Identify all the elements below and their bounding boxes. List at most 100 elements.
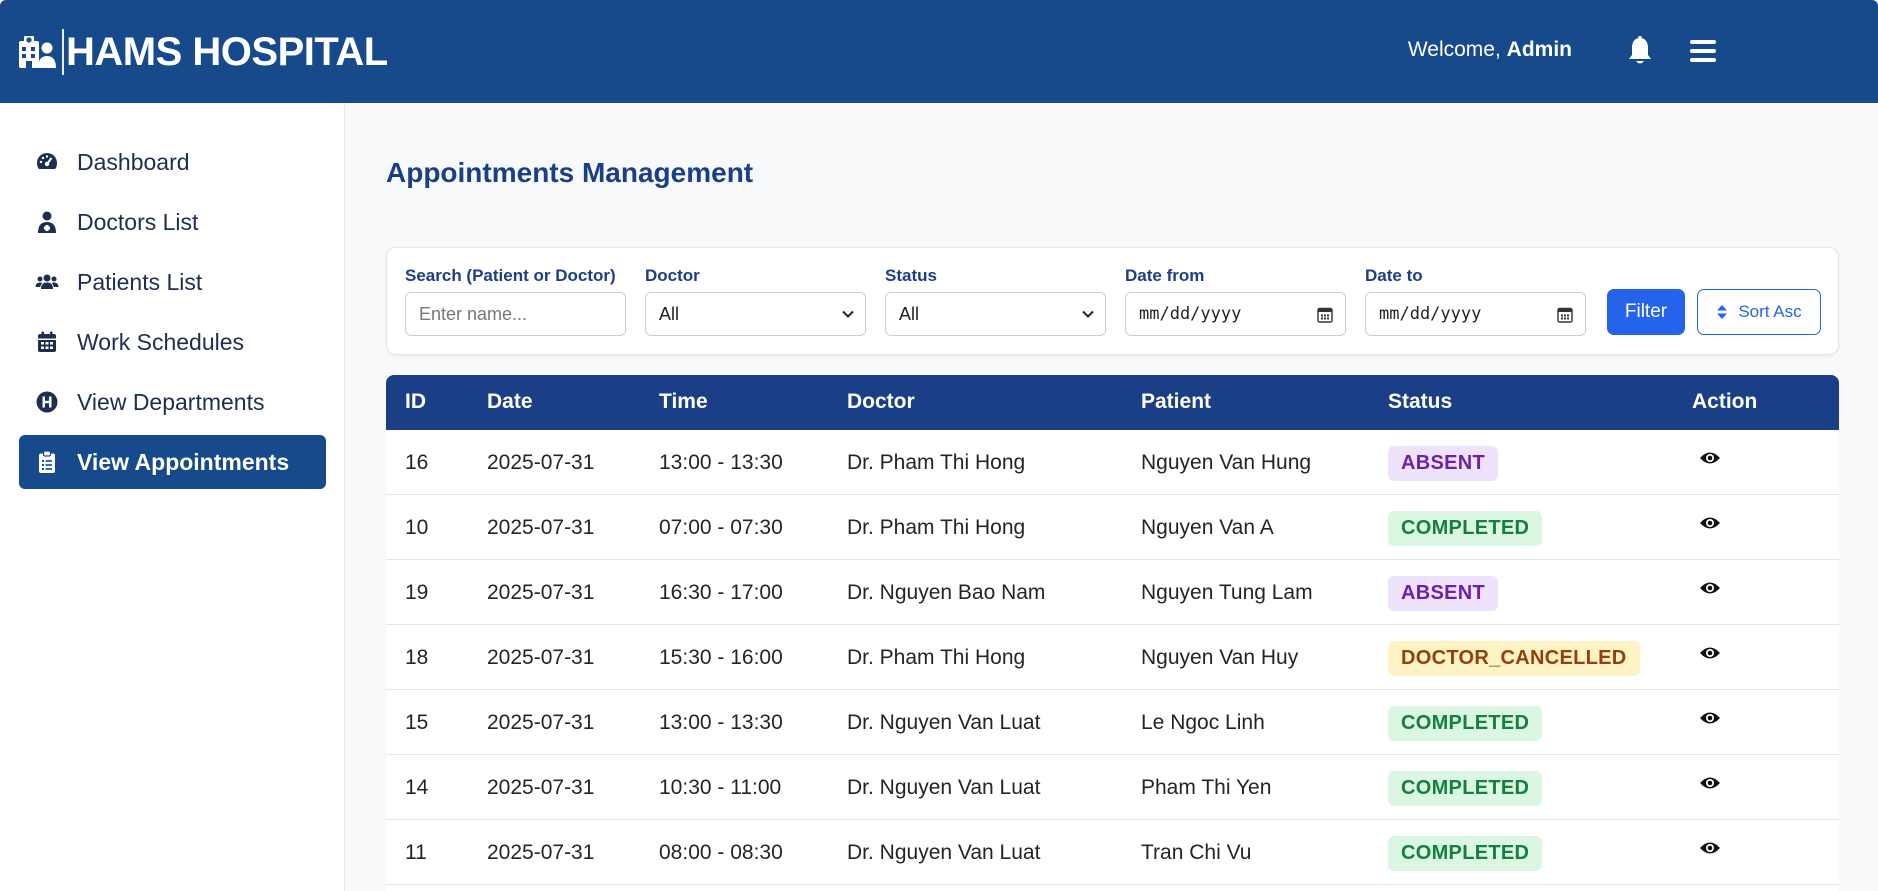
calendar-picker-icon[interactable]: [1317, 306, 1333, 323]
cell-time: 16:30 - 17:00: [659, 581, 783, 604]
sidebar-item-appointments[interactable]: View Appointments: [19, 435, 326, 489]
user-doctor-icon: [35, 210, 59, 234]
date-from-group: Date from mm/dd/yyyy: [1125, 266, 1346, 336]
status-badge: DOCTOR_CANCELLED: [1388, 641, 1640, 676]
cell-date: 2025-07-31: [487, 646, 595, 669]
date-to-input[interactable]: mm/dd/yyyy: [1365, 292, 1586, 336]
cell-doctor: Dr. Nguyen Van Luat: [847, 841, 1041, 864]
date-to-label: Date to: [1365, 266, 1423, 285]
brand[interactable]: HAMS HOSPITAL: [18, 28, 388, 76]
table-row: 15 2025-07-31 13:00 - 13:30 Dr. Nguyen Van …: [386, 690, 1839, 755]
brand-title: HAMS HOSPITAL: [66, 29, 388, 74]
sidebar-item-dashboard[interactable]: Dashboard: [19, 135, 326, 189]
cell-date: 2025-07-31: [487, 711, 595, 734]
cell-time: 13:00 - 13:30: [659, 451, 783, 474]
cell-date: 2025-07-31: [487, 776, 595, 799]
welcome-text: Welcome, Admin: [1408, 38, 1572, 62]
cell-id: 16: [405, 451, 429, 474]
cell-time: 08:00 - 08:30: [659, 841, 783, 864]
brand-divider: [62, 29, 64, 75]
sidebar-item-doctors[interactable]: Doctors List: [19, 195, 326, 249]
cell-doctor: Dr. Nguyen Van Luat: [847, 776, 1041, 799]
page-title: Appointments Management: [386, 157, 754, 188]
sort-button[interactable]: Sort Asc: [1697, 289, 1821, 335]
filter-button[interactable]: Filter: [1607, 289, 1685, 335]
sidebar-item-label: Doctors List: [77, 208, 199, 235]
status-badge: ABSENT: [1388, 576, 1499, 611]
sidebar-item-departments[interactable]: View Departments: [19, 375, 326, 429]
cell-patient: Nguyen Tung Lam: [1141, 581, 1313, 604]
clipboard-icon: [35, 450, 59, 474]
sidebar-item-label: Work Schedules: [77, 328, 245, 355]
status-select[interactable]: All: [885, 292, 1106, 336]
date-from-label: Date from: [1125, 266, 1205, 285]
cell-doctor: Dr. Pham Thi Hong: [847, 516, 1026, 539]
view-eye-icon[interactable]: [1699, 645, 1721, 661]
cell-time: 13:00 - 13:30: [659, 711, 783, 734]
header-id[interactable]: ID: [405, 390, 426, 414]
filter-panel: Search (Patient or Doctor) Enter name...…: [386, 247, 1839, 355]
view-eye-icon[interactable]: [1699, 710, 1721, 726]
calendar-picker-icon[interactable]: [1557, 306, 1573, 323]
status-badge: COMPLETED: [1388, 836, 1543, 871]
doctor-label: Doctor: [645, 266, 700, 285]
cell-patient: Pham Thi Yen: [1141, 776, 1272, 799]
status-badge: COMPLETED: [1388, 511, 1543, 546]
status-badge: ABSENT: [1388, 446, 1499, 481]
cell-id: 11: [405, 841, 427, 864]
search-input[interactable]: Enter name...: [405, 292, 626, 336]
date-from-input[interactable]: mm/dd/yyyy: [1125, 292, 1346, 336]
cell-id: 15: [405, 711, 429, 734]
header-patient[interactable]: Patient: [1141, 390, 1211, 414]
header-status[interactable]: Status: [1388, 390, 1452, 414]
cell-doctor: Dr. Nguyen Van Luat: [847, 711, 1041, 734]
hamburger-menu-icon[interactable]: [1690, 40, 1716, 62]
header-doctor[interactable]: Doctor: [847, 390, 915, 414]
cell-patient: Nguyen Van Hung: [1141, 451, 1312, 474]
table-row: 14 2025-07-31 10:30 - 11:00 Dr. Nguyen Van …: [386, 755, 1839, 820]
calendar-icon: [35, 330, 59, 354]
search-group: Search (Patient or Doctor) Enter name...: [405, 266, 626, 336]
appointments-table: ID Date Time Doctor Patient Status Actio…: [386, 375, 1839, 891]
status-group: Status All: [885, 266, 1106, 336]
gauge-icon: [35, 150, 59, 174]
cell-time: 10:30 - 11:00: [659, 776, 782, 799]
sidebar-item-label: Patients List: [77, 268, 203, 295]
view-eye-icon[interactable]: [1699, 840, 1721, 856]
users-icon: [35, 270, 59, 294]
status-badge: COMPLETED: [1388, 771, 1543, 806]
cell-id: 19: [405, 581, 429, 604]
date-to-group: Date to mm/dd/yyyy: [1365, 266, 1586, 336]
cell-patient: Le Ngoc Linh: [1141, 711, 1265, 734]
sidebar-item-work-schedules[interactable]: Work Schedules: [19, 315, 326, 369]
cell-date: 2025-07-31: [487, 516, 595, 539]
sort-icon: [1717, 305, 1728, 319]
view-eye-icon[interactable]: [1699, 580, 1721, 596]
cell-doctor: Dr. Nguyen Bao Nam: [847, 581, 1046, 604]
table-row: 18 2025-07-31 15:30 - 16:00 Dr. Pham Thi Ho…: [386, 625, 1839, 690]
cell-date: 2025-07-31: [487, 451, 595, 474]
status-select-value: All: [899, 303, 920, 324]
cell-id: 10: [405, 516, 429, 539]
cell-time: 15:30 - 16:00: [659, 646, 783, 669]
view-eye-icon[interactable]: [1699, 515, 1721, 531]
cell-id: 18: [405, 646, 429, 669]
header-date[interactable]: Date: [487, 390, 533, 414]
cell-patient: Nguyen Van A: [1141, 516, 1274, 539]
hospital-user-icon: [19, 36, 56, 68]
view-eye-icon[interactable]: [1699, 450, 1721, 466]
welcome-prefix: Welcome,: [1407, 38, 1501, 61]
sidebar-item-patients[interactable]: Patients List: [19, 255, 326, 309]
doctor-group: Doctor All: [645, 266, 866, 336]
sort-button-label: Sort Asc: [1738, 302, 1802, 321]
view-eye-icon[interactable]: [1699, 775, 1721, 791]
cell-patient: Nguyen Van Huy: [1141, 646, 1299, 669]
bell-icon[interactable]: [1626, 36, 1654, 66]
sidebar-item-label: Dashboard: [77, 148, 190, 175]
table-header: ID Date Time Doctor Patient Status Actio…: [386, 375, 1839, 430]
cell-time: 07:00 - 07:30: [659, 516, 783, 539]
header-time[interactable]: Time: [659, 390, 708, 414]
doctor-select[interactable]: All: [645, 292, 866, 336]
chevron-down-icon: [1082, 310, 1094, 318]
table-row: 16 2025-07-31 13:00 - 13:30 Dr. Pham Thi Ho…: [386, 430, 1839, 495]
